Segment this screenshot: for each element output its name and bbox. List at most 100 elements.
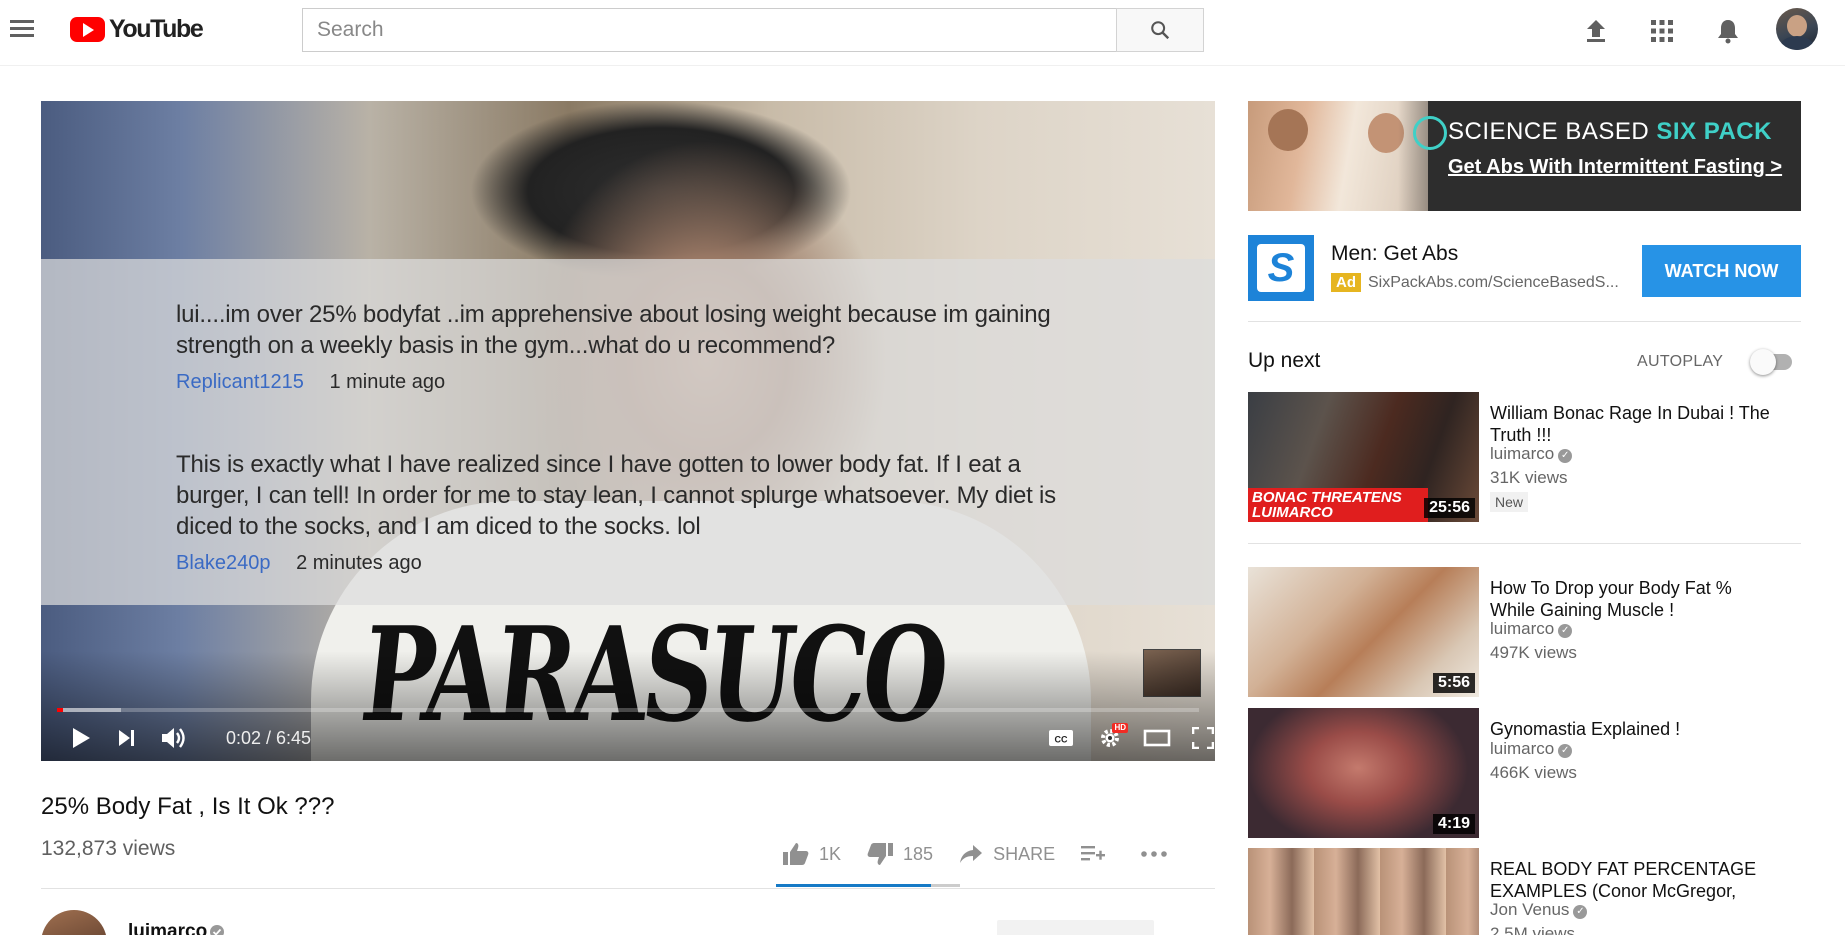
overlay-comment: lui....im over 25% bodyfat ..im apprehen… [176,299,1076,394]
more-horizontal-icon [1141,851,1167,857]
sentiment-bar [776,884,960,887]
dislike-button[interactable]: 185 [867,842,933,866]
volume-icon [162,728,185,748]
play-icon [73,728,90,748]
video-title: Gynomastia Explained ! [1490,719,1681,739]
verified-check-icon: ✓ [1558,449,1573,463]
notifications-bell-icon[interactable] [1712,13,1744,49]
recommended-video[interactable]: BONAC THREATENS LUIMARCO 25:56 William B… [1248,392,1801,522]
ad-url[interactable]: SixPackAbs.com/ScienceBasedS... [1368,274,1628,292]
search-input[interactable] [302,8,1116,52]
theater-mode-button[interactable] [1139,720,1175,756]
masthead: YouTube [0,0,1845,66]
ad-title[interactable]: Men: Get Abs [1331,242,1458,266]
comments-overlay: lui....im over 25% bodyfat ..im apprehen… [41,259,1215,605]
next-button[interactable] [109,720,145,756]
fullscreen-icon [1192,727,1214,749]
ad-banner-subtitle: Get Abs With Intermittent Fasting > [1448,156,1783,178]
channel-row: luimarco ✓ [1490,444,1573,464]
progress-bar[interactable] [57,708,1199,712]
more-actions-button[interactable] [1141,850,1177,858]
add-to-playlist-button[interactable] [1081,844,1115,864]
autoplay-toggle[interactable] [1750,348,1794,375]
playlist-add-icon [1081,846,1106,861]
channel-name: luimarco [1490,739,1555,758]
channel-avatar[interactable] [41,910,107,935]
channel-row: Jon Venus ✓ [1490,900,1588,920]
verified-check-icon: ✓ [1573,905,1588,919]
ad-banner-title-a: SCIENCE BASED [1448,118,1657,145]
apps-icon[interactable] [1646,13,1678,49]
ad-banner-logo-icon [1413,116,1447,150]
search-icon [1151,21,1170,40]
divider [41,888,1215,889]
thumbs-down-icon [867,843,894,865]
view-count: 132,873 views [41,837,176,860]
comment-author[interactable]: Replicant1215 [176,371,304,393]
video-thumbnail: 4:19 [1248,708,1479,838]
recommended-video[interactable]: 5:56 How To Drop your Body Fat % While G… [1248,567,1801,697]
video-title: How To Drop your Body Fat % While Gainin… [1490,578,1732,620]
video-thumbnail: 5:56 [1248,567,1479,697]
thumbnail-caption: BONAC THREATENS LUIMARCO [1252,489,1402,521]
player-controls: 0:02 / 6:45 CC HD [41,720,1215,756]
channel-row: luimarco ✓ [1490,739,1573,759]
toggle-knob [1750,349,1776,375]
sentiment-like-portion [776,884,931,887]
ad-card: S Men: Get Abs Ad SixPackAbs.com/Science… [1248,233,1801,303]
video-duration: 4:19 [1432,814,1475,834]
verified-check-icon: ✓ [1558,744,1573,758]
share-button[interactable]: SHARE [959,844,1055,865]
advertiser-logo-letter: S [1257,244,1305,292]
divider [1248,321,1801,322]
ad-banner-title-b: SIX PACK [1656,118,1772,145]
video-views: 466K views [1490,763,1577,782]
new-badge: New [1490,492,1529,512]
video-duration: 5:56 [1432,673,1475,693]
watch-now-button[interactable]: WATCH NOW [1642,245,1801,297]
dislike-count: 185 [903,843,934,864]
verified-check-icon [210,925,224,935]
divider [1248,543,1801,544]
video-thumbnail [1248,848,1479,935]
advertiser-logo[interactable]: S [1248,235,1314,301]
comment-author[interactable]: Blake240p [176,552,271,574]
svg-text:CC: CC [1055,735,1068,745]
video-title: William Bonac Rage In Dubai ! The Truth … [1490,403,1770,445]
channel-name: luimarco [1490,619,1555,638]
like-button[interactable]: 1K [783,842,841,866]
comment-meta: Blake240p 2 minutes ago [176,552,1076,575]
ad-badge: Ad [1331,273,1361,292]
video-player[interactable]: PARASUCO lui....im over 25% bodyfat ..im… [41,101,1215,761]
recommended-video[interactable]: 4:19 Gynomastia Explained ! luimarco ✓ 46… [1248,708,1801,838]
header-actions [1580,8,1818,50]
up-next-heading: Up next [1248,349,1321,372]
play-button[interactable] [63,720,99,756]
upload-icon[interactable] [1580,13,1612,49]
search-button[interactable] [1116,8,1204,52]
video-duration: 25:56 [1424,498,1475,518]
theater-mode-icon [1143,729,1171,747]
comment-meta: Replicant1215 1 minute ago [176,371,1076,394]
account-avatar[interactable] [1776,8,1818,50]
comment-text: This is exactly what I have realized sin… [176,451,1056,540]
youtube-logo[interactable]: YouTube [70,15,204,43]
channel-name[interactable]: luimarco [128,921,207,935]
fullscreen-button[interactable] [1189,720,1215,756]
settings-button[interactable]: HD [1092,720,1128,756]
video-views: 31K views [1490,468,1568,487]
menu-icon[interactable] [8,16,36,44]
comment-time: 1 minute ago [329,371,446,393]
volume-button[interactable] [156,720,192,756]
share-label: SHARE [993,843,1056,864]
subscribe-button[interactable] [997,920,1154,935]
hd-badge: HD [1112,723,1128,733]
thumbs-up-icon [783,843,809,865]
overlay-comment: This is exactly what I have realized sin… [176,449,1076,575]
ad-banner[interactable]: SCIENCE BASED SIX PACK Get Abs With Inte… [1248,101,1801,211]
captions-button[interactable]: CC [1043,720,1079,756]
recommended-video[interactable]: REAL BODY FAT PERCENTAGE EXAMPLES (Conor… [1248,848,1801,935]
youtube-play-icon [70,16,105,42]
progress-buffered [57,708,121,712]
video-views: 2.5M views [1490,924,1576,935]
